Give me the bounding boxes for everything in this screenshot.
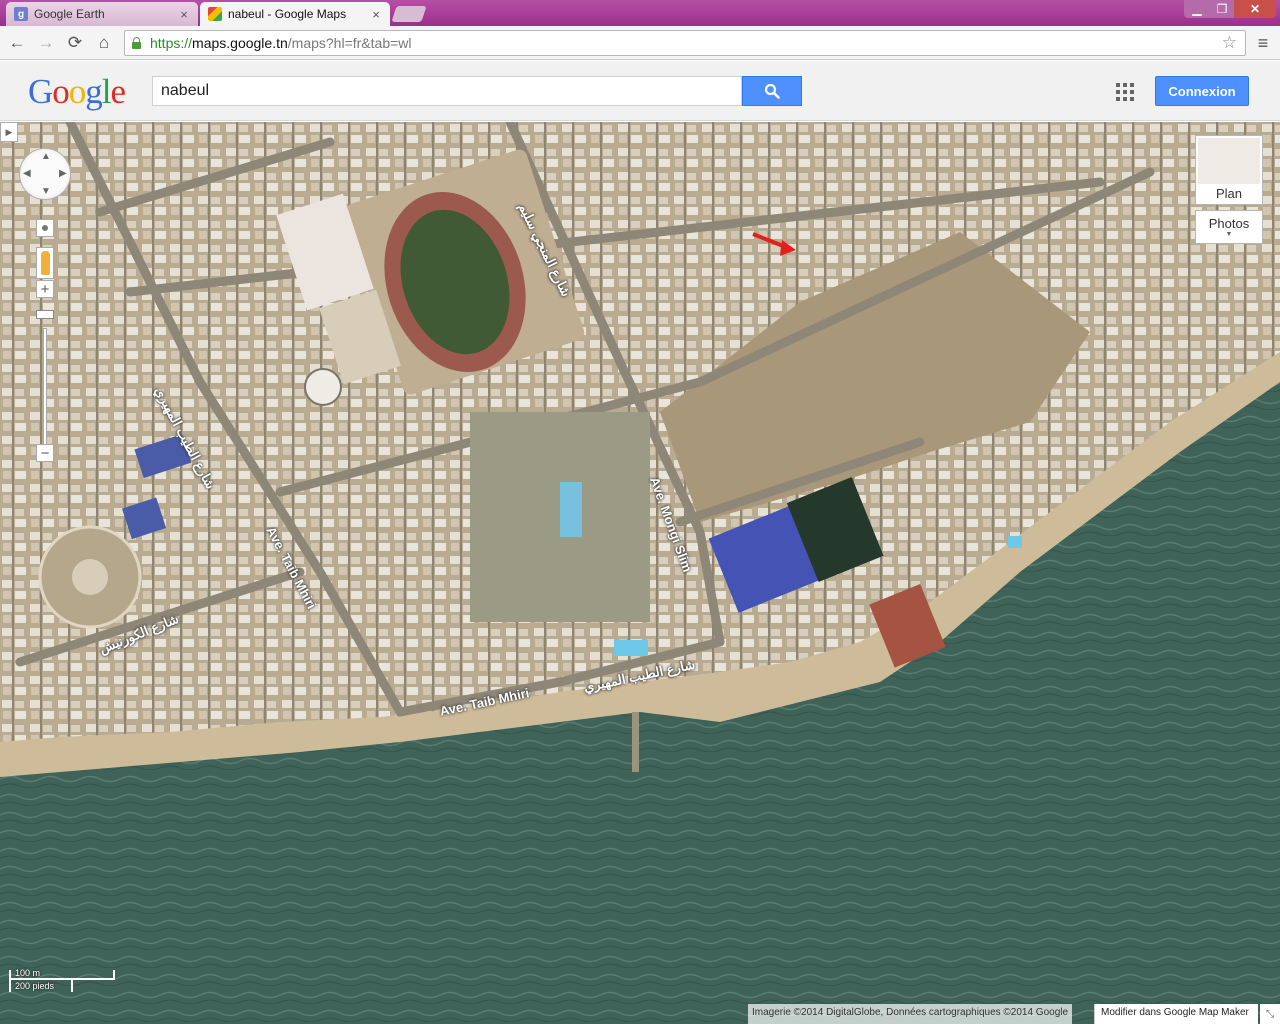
pan-down-icon[interactable]: ▼ <box>41 186 51 197</box>
scale-bar: 100 m 200 pieds <box>9 968 117 992</box>
back-arrow-icon[interactable]: ← <box>5 31 29 55</box>
tab-title: nabeul - Google Maps <box>228 7 347 21</box>
pan-left-icon[interactable]: ◀ <box>23 168 31 179</box>
rotate-button[interactable] <box>36 219 54 237</box>
scale-imperial: 200 pieds <box>15 981 55 991</box>
plan-thumbnail <box>1198 138 1260 184</box>
google-maps-icon <box>208 7 222 21</box>
plan-label: Plan <box>1215 186 1243 201</box>
address-bar[interactable]: https://maps.google.tn/maps?hl=fr&tab=wl… <box>124 30 1246 56</box>
reload-icon[interactable]: ⟳ <box>63 31 87 55</box>
browser-menu-icon[interactable]: ≡ <box>1252 31 1274 55</box>
close-icon[interactable]: × <box>178 7 190 22</box>
logo-letter: g <box>85 72 102 111</box>
new-tab-button[interactable] <box>391 6 427 22</box>
satellite-map[interactable]: شارع الطيب المهيري Ave. Taib Mhiri Ave. … <box>0 122 1280 1024</box>
url-host: maps.google.tn <box>192 35 288 51</box>
red-arrow-marker <box>752 232 796 256</box>
logo-letter: G <box>28 72 53 111</box>
url-scheme: https:// <box>150 35 193 51</box>
logo-letter: o <box>52 72 69 111</box>
forward-arrow-icon[interactable]: → <box>34 31 58 55</box>
apps-grid-icon[interactable] <box>1116 83 1134 101</box>
lock-icon <box>131 37 142 49</box>
signin-button[interactable]: Connexion <box>1155 76 1249 106</box>
pan-right-icon[interactable]: ▶ <box>59 168 67 179</box>
browser-tab-strip: g Google Earth × nabeul - Google Maps × … <box>0 0 1280 26</box>
google-logo[interactable]: Google <box>28 72 127 112</box>
zoom-out-button[interactable]: − <box>36 444 54 462</box>
tab-google-maps[interactable]: nabeul - Google Maps × <box>200 2 390 26</box>
search-box <box>152 76 802 106</box>
home-icon[interactable]: ⌂ <box>92 31 116 55</box>
url-path: /maps?hl=fr&tab=wl <box>287 35 412 51</box>
logo-letter: o <box>68 72 86 111</box>
minimize-button[interactable]: ▁ <box>1184 0 1210 18</box>
photos-label: Photos <box>1208 216 1250 231</box>
expand-icon[interactable]: ⤡ <box>1260 1004 1280 1024</box>
chevron-down-icon: ▼ <box>1225 231 1233 238</box>
search-icon <box>764 83 780 99</box>
google-header: Google Connexion <box>0 61 1280 121</box>
street-view-pegman-icon[interactable] <box>36 247 54 279</box>
side-panel-toggle[interactable]: ▶ <box>0 122 18 142</box>
search-button[interactable] <box>742 76 802 106</box>
map-attribution: Imagerie ©2014 DigitalGlobe, Données car… <box>748 1004 1073 1024</box>
map-type-plan-button[interactable]: Plan <box>1195 135 1263 205</box>
tab-title: Google Earth <box>34 7 105 21</box>
zoom-slider-thumb[interactable] <box>36 310 54 319</box>
search-input[interactable] <box>152 76 742 106</box>
rotate-icon <box>42 225 48 231</box>
bookmark-star-icon[interactable]: ☆ <box>1222 33 1237 53</box>
logo-letter: e <box>110 72 127 111</box>
pan-control[interactable]: ▲ ▼ ◀ ▶ <box>19 148 71 200</box>
browser-toolbar: ← → ⟳ ⌂ https://maps.google.tn/maps?hl=f… <box>0 26 1280 60</box>
scale-metric: 100 m <box>15 968 41 978</box>
tab-google-earth[interactable]: g Google Earth × <box>6 2 198 26</box>
zoom-in-button[interactable]: + <box>36 280 54 298</box>
map-maker-link[interactable]: Modifier dans Google Map Maker <box>1094 1004 1258 1024</box>
pan-up-icon[interactable]: ▲ <box>41 151 51 162</box>
logo-letter: l <box>101 72 112 111</box>
maximize-button[interactable]: ❐ <box>1210 0 1234 18</box>
zoom-slider-track[interactable] <box>43 328 47 446</box>
close-icon[interactable]: × <box>370 7 382 22</box>
window-close-button[interactable]: ✕ <box>1234 0 1276 18</box>
google-earth-icon: g <box>14 7 28 21</box>
map-type-photos-button[interactable]: Photos ▼ <box>1195 210 1263 244</box>
